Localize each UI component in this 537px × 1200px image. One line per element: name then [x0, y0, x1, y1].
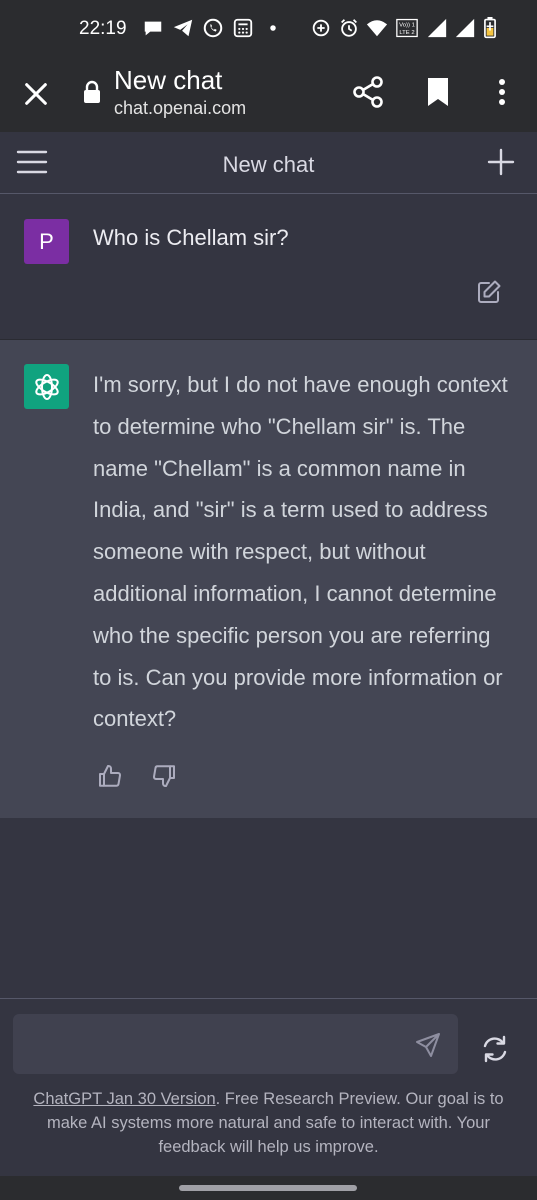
assistant-message-text: I'm sorry, but I do not have enough cont… [93, 372, 508, 732]
message-icon [142, 17, 164, 39]
whatsapp-icon [202, 17, 224, 39]
footer-disclaimer: ChatGPT Jan 30 Version. Free Research Pr… [12, 1087, 525, 1159]
chat-header: New chat [0, 132, 537, 194]
close-tab-button[interactable] [18, 76, 54, 112]
send-icon[interactable] [415, 1032, 441, 1058]
thumbs-down-icon[interactable] [151, 763, 177, 789]
browser-page-title: New chat [114, 65, 223, 95]
regenerate-icon[interactable] [480, 1034, 510, 1064]
user-message: P Who is Chellam sir? [0, 195, 537, 340]
lte-top-label: Vo)) 1 [399, 22, 415, 28]
dot-icon [262, 17, 284, 39]
browser-url[interactable]: chat.openai.com [114, 98, 246, 119]
lte-bottom-label: LTE 2 [399, 30, 414, 36]
alarm-icon [338, 17, 360, 39]
edit-icon[interactable] [476, 279, 502, 305]
close-icon [25, 83, 47, 105]
chat-title: New chat [222, 152, 315, 177]
bookmark-icon[interactable] [422, 74, 454, 110]
message-input[interactable] [27, 1028, 407, 1060]
composer-area: ChatGPT Jan 30 Version. Free Research Pr… [0, 998, 537, 1200]
more-vert-icon[interactable] [488, 74, 516, 110]
telegram-icon [172, 17, 194, 39]
user-avatar: P [24, 219, 69, 264]
user-message-text: Who is Chellam sir? [93, 225, 289, 250]
signal-2-icon [454, 17, 476, 39]
chatgpt-avatar [24, 364, 69, 409]
calculator-icon [232, 17, 254, 39]
signal-1-icon [426, 17, 448, 39]
status-system-icons: Vo)) 1 LTE 2 [310, 17, 498, 39]
status-time: 22:19 [79, 18, 127, 39]
gesture-nav-handle[interactable] [179, 1185, 357, 1191]
version-link[interactable]: ChatGPT Jan 30 Version [33, 1090, 215, 1108]
status-notification-icons [142, 17, 284, 39]
status-bar: 22:19 Vo)) 1 LTE 2 [0, 0, 537, 58]
browser-toolbar: New chat chat.openai.com [0, 58, 537, 132]
data-saver-icon [310, 17, 332, 39]
share-icon[interactable] [350, 74, 386, 110]
openai-logo-icon [34, 373, 59, 400]
battery-charging-icon [482, 17, 498, 39]
assistant-message: I'm sorry, but I do not have enough cont… [0, 340, 537, 818]
lte-icon: Vo)) 1 LTE 2 [394, 17, 420, 39]
wifi-icon [366, 17, 388, 39]
new-chat-plus-icon[interactable] [486, 147, 516, 177]
thumbs-up-icon[interactable] [97, 763, 123, 789]
lock-icon [84, 80, 100, 103]
message-input-box[interactable] [13, 1014, 458, 1074]
